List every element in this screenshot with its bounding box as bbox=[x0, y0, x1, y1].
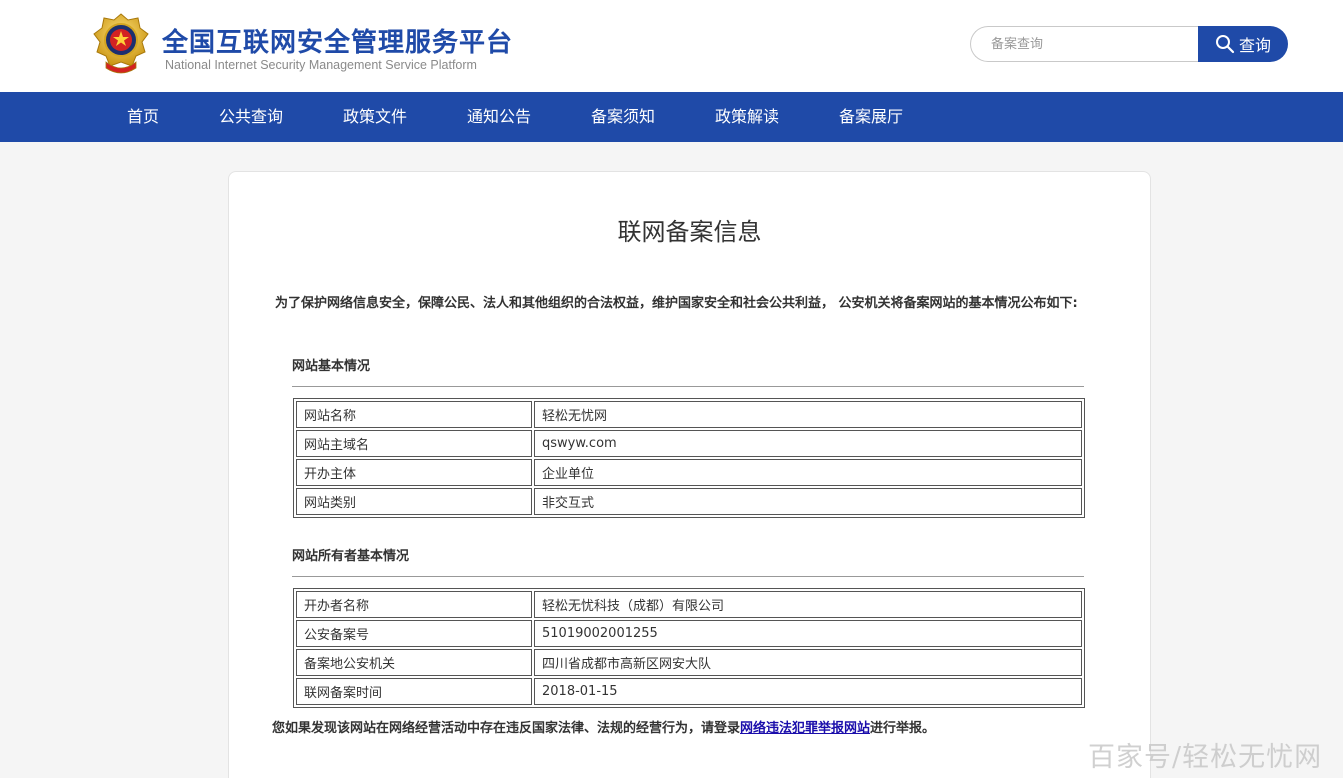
filing-info-card: 联网备案信息 为了保护网络信息安全，保障公民、法人和其他组织的合法权益，维护国家… bbox=[228, 171, 1151, 778]
nav-item-notices[interactable]: 通知公告 bbox=[467, 92, 531, 142]
watermark: 百家号/轻松无忧网 bbox=[1088, 742, 1323, 773]
field-label: 公安备案号 bbox=[296, 620, 532, 647]
divider bbox=[292, 576, 1084, 577]
table-row: 网站类别 非交互式 bbox=[296, 488, 1082, 515]
search-button[interactable]: 查询 bbox=[1198, 26, 1288, 62]
report-notice: 您如果发现该网站在网络经营活动中存在违反国家法律、法规的经营行为，请登录网络违法… bbox=[272, 717, 935, 736]
field-value: 2018-01-15 bbox=[534, 678, 1082, 705]
report-site-link[interactable]: 网络违法犯罪举报网站 bbox=[740, 721, 870, 736]
nav-item-filing-hall[interactable]: 备案展厅 bbox=[839, 92, 903, 142]
field-label: 开办主体 bbox=[296, 459, 532, 486]
field-value: 企业单位 bbox=[534, 459, 1082, 486]
field-value: qswyw.com bbox=[534, 430, 1082, 457]
table-row: 开办主体 企业单位 bbox=[296, 459, 1082, 486]
table-row: 网站名称 轻松无忧网 bbox=[296, 401, 1082, 428]
owner-info-section-title: 网站所有者基本情况 bbox=[292, 549, 410, 564]
table-row: 备案地公安机关 四川省成都市高新区网安大队 bbox=[296, 649, 1082, 676]
table-row: 联网备案时间 2018-01-15 bbox=[296, 678, 1082, 705]
site-info-section-title: 网站基本情况 bbox=[292, 359, 371, 374]
field-value: 轻松无忧网 bbox=[534, 401, 1082, 428]
field-label: 备案地公安机关 bbox=[296, 649, 532, 676]
nav-item-filing-guide[interactable]: 备案须知 bbox=[591, 92, 655, 142]
table-row: 开办者名称 轻松无忧科技（成都）有限公司 bbox=[296, 591, 1082, 618]
main-nav: 首页 公共查询 政策文件 通知公告 备案须知 政策解读 备案展厅 bbox=[0, 92, 1343, 142]
field-label: 网站类别 bbox=[296, 488, 532, 515]
report-notice-prefix: 您如果发现该网站在网络经营活动中存在违反国家法律、法规的经营行为，请登录 bbox=[272, 721, 741, 736]
field-label: 开办者名称 bbox=[296, 591, 532, 618]
police-emblem-icon bbox=[93, 13, 149, 74]
nav-item-policy-documents[interactable]: 政策文件 bbox=[343, 92, 407, 142]
field-value: 51019002001255 bbox=[534, 620, 1082, 647]
site-info-table: 网站名称 轻松无忧网 网站主域名 qswyw.com 开办主体 企业单位 网站类… bbox=[293, 398, 1085, 518]
page-title: 联网备案信息 bbox=[617, 218, 762, 246]
search-icon bbox=[1215, 35, 1235, 54]
field-label: 联网备案时间 bbox=[296, 678, 532, 705]
search-button-label: 查询 bbox=[1238, 36, 1271, 55]
intro-text: 为了保护网络信息安全，保障公民、法人和其他组织的合法权益，维护国家安全和社会公共… bbox=[275, 296, 1078, 311]
field-label: 网站主域名 bbox=[296, 430, 532, 457]
field-value: 轻松无忧科技（成都）有限公司 bbox=[534, 591, 1082, 618]
field-value: 四川省成都市高新区网安大队 bbox=[534, 649, 1082, 676]
report-notice-suffix: 进行举报。 bbox=[870, 721, 936, 736]
owner-info-table: 开办者名称 轻松无忧科技（成都）有限公司 公安备案号 5101900200125… bbox=[293, 588, 1085, 708]
field-label: 网站名称 bbox=[296, 401, 532, 428]
field-value: 非交互式 bbox=[534, 488, 1082, 515]
site-title: 全国互联网安全管理服务平台 bbox=[162, 28, 514, 58]
divider bbox=[292, 386, 1084, 387]
search-input[interactable] bbox=[970, 26, 1200, 62]
nav-item-policy-interpretation[interactable]: 政策解读 bbox=[715, 92, 779, 142]
site-header: 全国互联网安全管理服务平台 National Internet Security… bbox=[0, 0, 1343, 92]
table-row: 网站主域名 qswyw.com bbox=[296, 430, 1082, 457]
nav-item-public-query[interactable]: 公共查询 bbox=[219, 92, 283, 142]
table-row: 公安备案号 51019002001255 bbox=[296, 620, 1082, 647]
nav-item-home[interactable]: 首页 bbox=[127, 92, 159, 142]
site-subtitle: National Internet Security Management Se… bbox=[165, 58, 477, 72]
